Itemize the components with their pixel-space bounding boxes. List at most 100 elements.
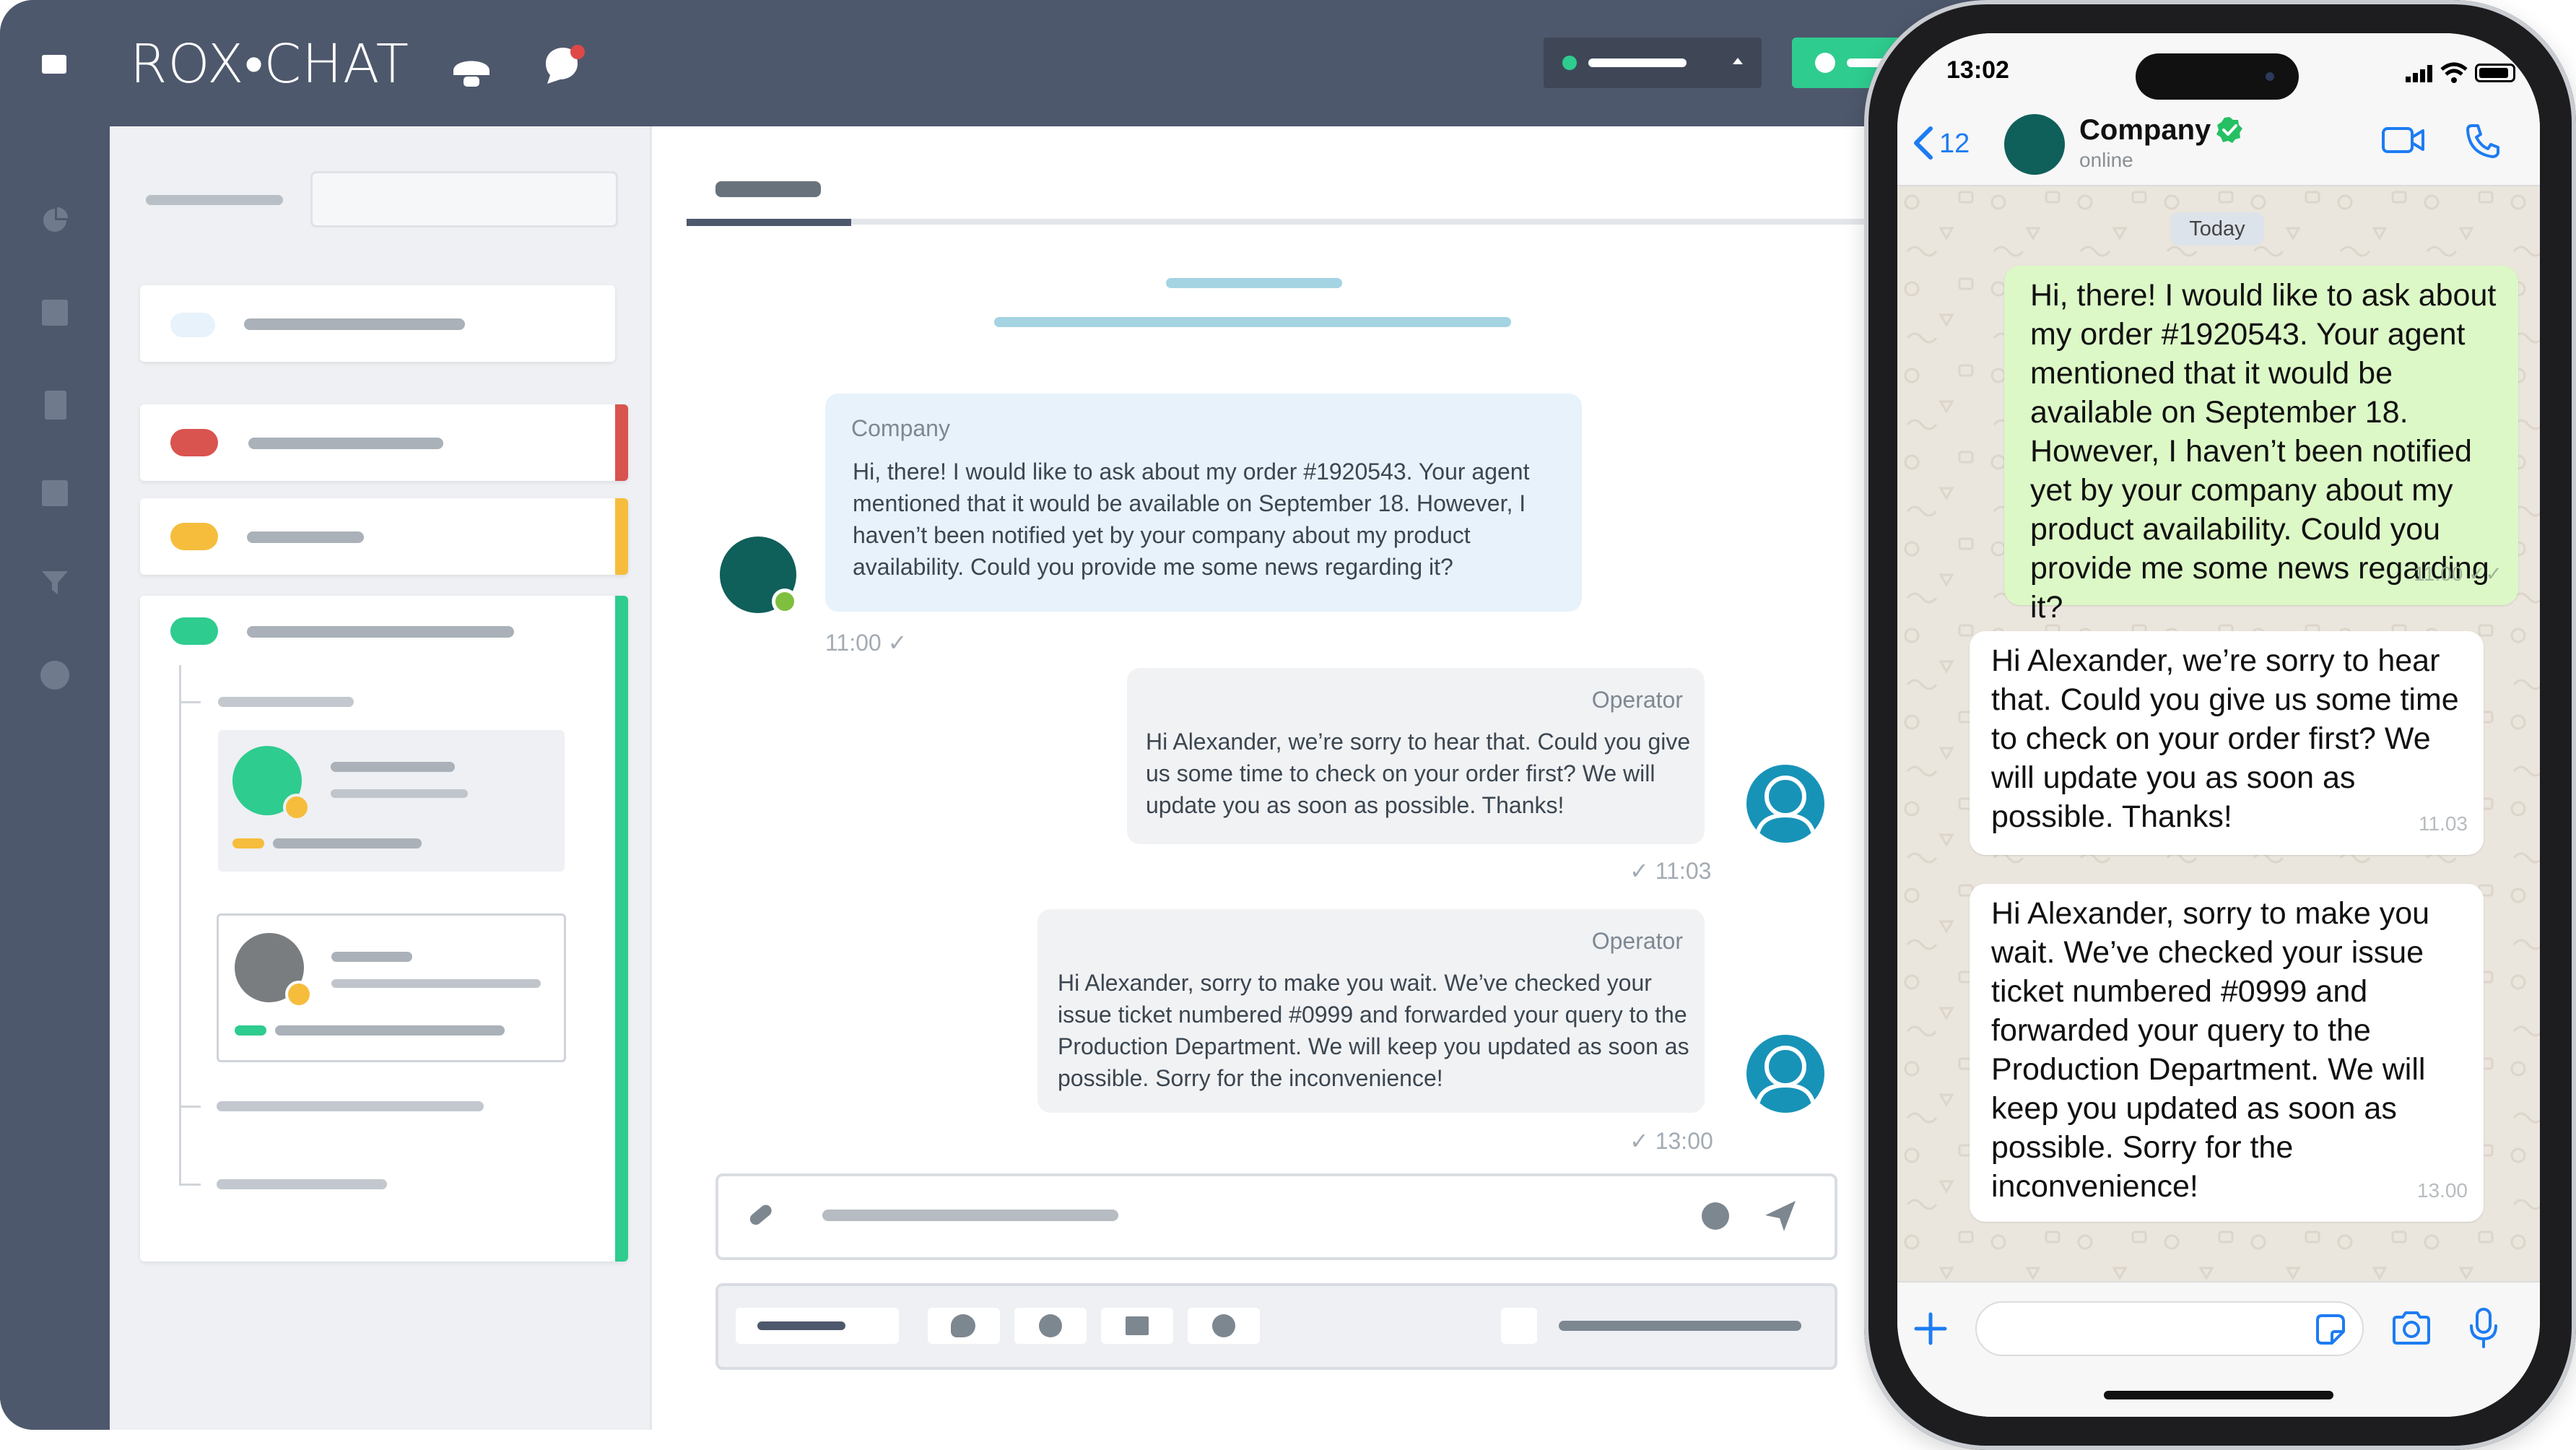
- chat-item-waiting[interactable]: [140, 498, 628, 575]
- messenger-screen: 13:02 12 Company online Today Hi, there!…: [1897, 33, 2540, 1417]
- chat-item-placeholder: [244, 318, 465, 330]
- send-icon[interactable]: [1762, 1198, 1798, 1234]
- verified-badge-icon: [2215, 116, 2244, 144]
- chat-list-panel: [110, 126, 652, 1430]
- conversation-subheader-placeholder: [994, 317, 1511, 327]
- app-logo: ROX•CHAT: [130, 33, 409, 95]
- top-bar: ROX•CHAT: [0, 0, 2000, 126]
- message-time: ✓ 13:00: [1629, 1128, 1713, 1154]
- list-title-placeholder: [146, 195, 283, 205]
- tree-branch: [179, 1184, 201, 1186]
- chevron-up-icon: [1733, 58, 1743, 64]
- chat-item-new[interactable]: [140, 285, 615, 362]
- emoji-icon[interactable]: [1702, 1202, 1729, 1230]
- option-checkbox[interactable]: [1501, 1308, 1537, 1344]
- attach-icon[interactable]: [746, 1201, 775, 1230]
- message-sender: Operator: [1591, 928, 1683, 954]
- plus-icon[interactable]: [1912, 1310, 1949, 1347]
- phone-icon[interactable]: [2465, 123, 2501, 159]
- message-time: 11.03: [2419, 812, 2468, 835]
- chat-thread-card-1[interactable]: [218, 730, 565, 872]
- thread-name-placeholder: [331, 952, 412, 962]
- status-badge: [285, 981, 313, 1008]
- sticker-icon[interactable]: [2313, 1313, 2346, 1346]
- operator-message-bubble: Operator Hi Alexander, we’re sorry to he…: [1127, 668, 1705, 844]
- file-button[interactable]: [1101, 1308, 1173, 1344]
- date-chip: Today: [2170, 212, 2264, 246]
- video-camera-icon[interactable]: [2381, 124, 2426, 156]
- settings-circle-icon[interactable]: [40, 661, 69, 690]
- chat-bubble-icon: [951, 1314, 975, 1337]
- battery-level: [2479, 68, 2508, 78]
- tab-underline-track: [687, 219, 2000, 225]
- composer-toolbar: [715, 1283, 1837, 1370]
- unread-indicator: [170, 313, 215, 337]
- messenger-input-bar: [1897, 1281, 2540, 1417]
- thread-tag-green: [235, 1025, 266, 1036]
- client-message-bubble: Company Hi, there! I would like to ask a…: [825, 394, 1582, 612]
- tab-active-label[interactable]: [715, 181, 821, 197]
- incoming-message-bubble: Hi Alexander, sorry to make you wait. We…: [1970, 884, 2484, 1222]
- priority-badge-yellow: [170, 523, 218, 550]
- operator-app-window: ROX•CHAT Company Hi, there! I would like…: [0, 0, 2000, 1430]
- toggle-knob: [1815, 53, 1835, 73]
- subgroup-placeholder: [217, 1179, 387, 1189]
- template-select-placeholder: [757, 1321, 845, 1330]
- group-title-placeholder: [247, 626, 514, 638]
- contact-status: online: [2079, 149, 2133, 171]
- archive-icon[interactable]: [42, 480, 68, 506]
- chat-item-urgent[interactable]: [140, 404, 628, 481]
- phone-mockup: 13:02 12 Company online Today Hi, there!…: [1864, 0, 2576, 1450]
- thread-meta-placeholder: [273, 838, 422, 848]
- filter-icon[interactable]: [40, 568, 69, 597]
- contact-name[interactable]: Company: [2079, 114, 2211, 147]
- message-time: 11.00 ✓✓: [2414, 563, 2502, 585]
- template-select[interactable]: [736, 1308, 899, 1344]
- notification-chat-icon[interactable]: [540, 42, 588, 90]
- inbox-icon[interactable]: [42, 300, 68, 326]
- pie-chart-icon[interactable]: [40, 206, 69, 235]
- message-time: ✓ 11:03: [1629, 858, 1712, 884]
- message-text: Hi Alexander, sorry to make you wait. We…: [1991, 896, 2430, 1204]
- record-button[interactable]: [1188, 1308, 1260, 1344]
- bot-icon[interactable]: [451, 51, 492, 90]
- emoji-button[interactable]: [1014, 1308, 1087, 1344]
- circle-icon: [1039, 1314, 1062, 1337]
- tree-branch: [179, 1106, 201, 1108]
- message-input-placeholder: [822, 1210, 1118, 1221]
- tab-underline-active: [687, 219, 851, 226]
- dynamic-island: [2136, 53, 2299, 100]
- battery-icon: [2475, 64, 2515, 82]
- message-text: Hi, there! I would like to ask about my …: [853, 459, 1530, 580]
- thread-preview-placeholder: [331, 979, 541, 988]
- online-indicator: [772, 589, 798, 615]
- status-dropdown[interactable]: [1544, 38, 1762, 88]
- chat-group-active[interactable]: [140, 596, 628, 1262]
- thread-preview-placeholder: [331, 789, 468, 798]
- search-input[interactable]: [310, 171, 618, 227]
- status-badge: [283, 794, 310, 821]
- tree-branch: [179, 701, 201, 703]
- nav-rail: [0, 126, 110, 1430]
- back-button[interactable]: 12: [1906, 121, 1978, 165]
- quick-reply-button[interactable]: [928, 1308, 1000, 1344]
- menu-icon[interactable]: [42, 55, 66, 74]
- document-icon[interactable]: [45, 391, 66, 420]
- message-composer[interactable]: [715, 1173, 1837, 1260]
- camera-icon[interactable]: [2391, 1310, 2432, 1346]
- microphone-icon[interactable]: [2468, 1307, 2499, 1349]
- option-label-placeholder: [1559, 1321, 1801, 1331]
- message-input[interactable]: [1975, 1301, 2364, 1356]
- messenger-header: 13:02 12 Company online: [1897, 33, 2540, 186]
- thread-tag-yellow: [232, 838, 264, 848]
- contact-avatar[interactable]: [2004, 114, 2065, 175]
- subgroup-placeholder: [217, 1101, 484, 1111]
- status-label-placeholder: [1588, 58, 1687, 67]
- status-dot: [1562, 56, 1577, 70]
- conversation-header-placeholder: [1166, 278, 1342, 288]
- operator-message-bubble: Operator Hi Alexander, sorry to make you…: [1037, 909, 1705, 1113]
- circle-icon: [1212, 1314, 1235, 1337]
- message-time: 11:00 ✓: [825, 630, 908, 656]
- chat-item-placeholder: [248, 438, 443, 449]
- chat-thread-card-2[interactable]: [217, 913, 566, 1062]
